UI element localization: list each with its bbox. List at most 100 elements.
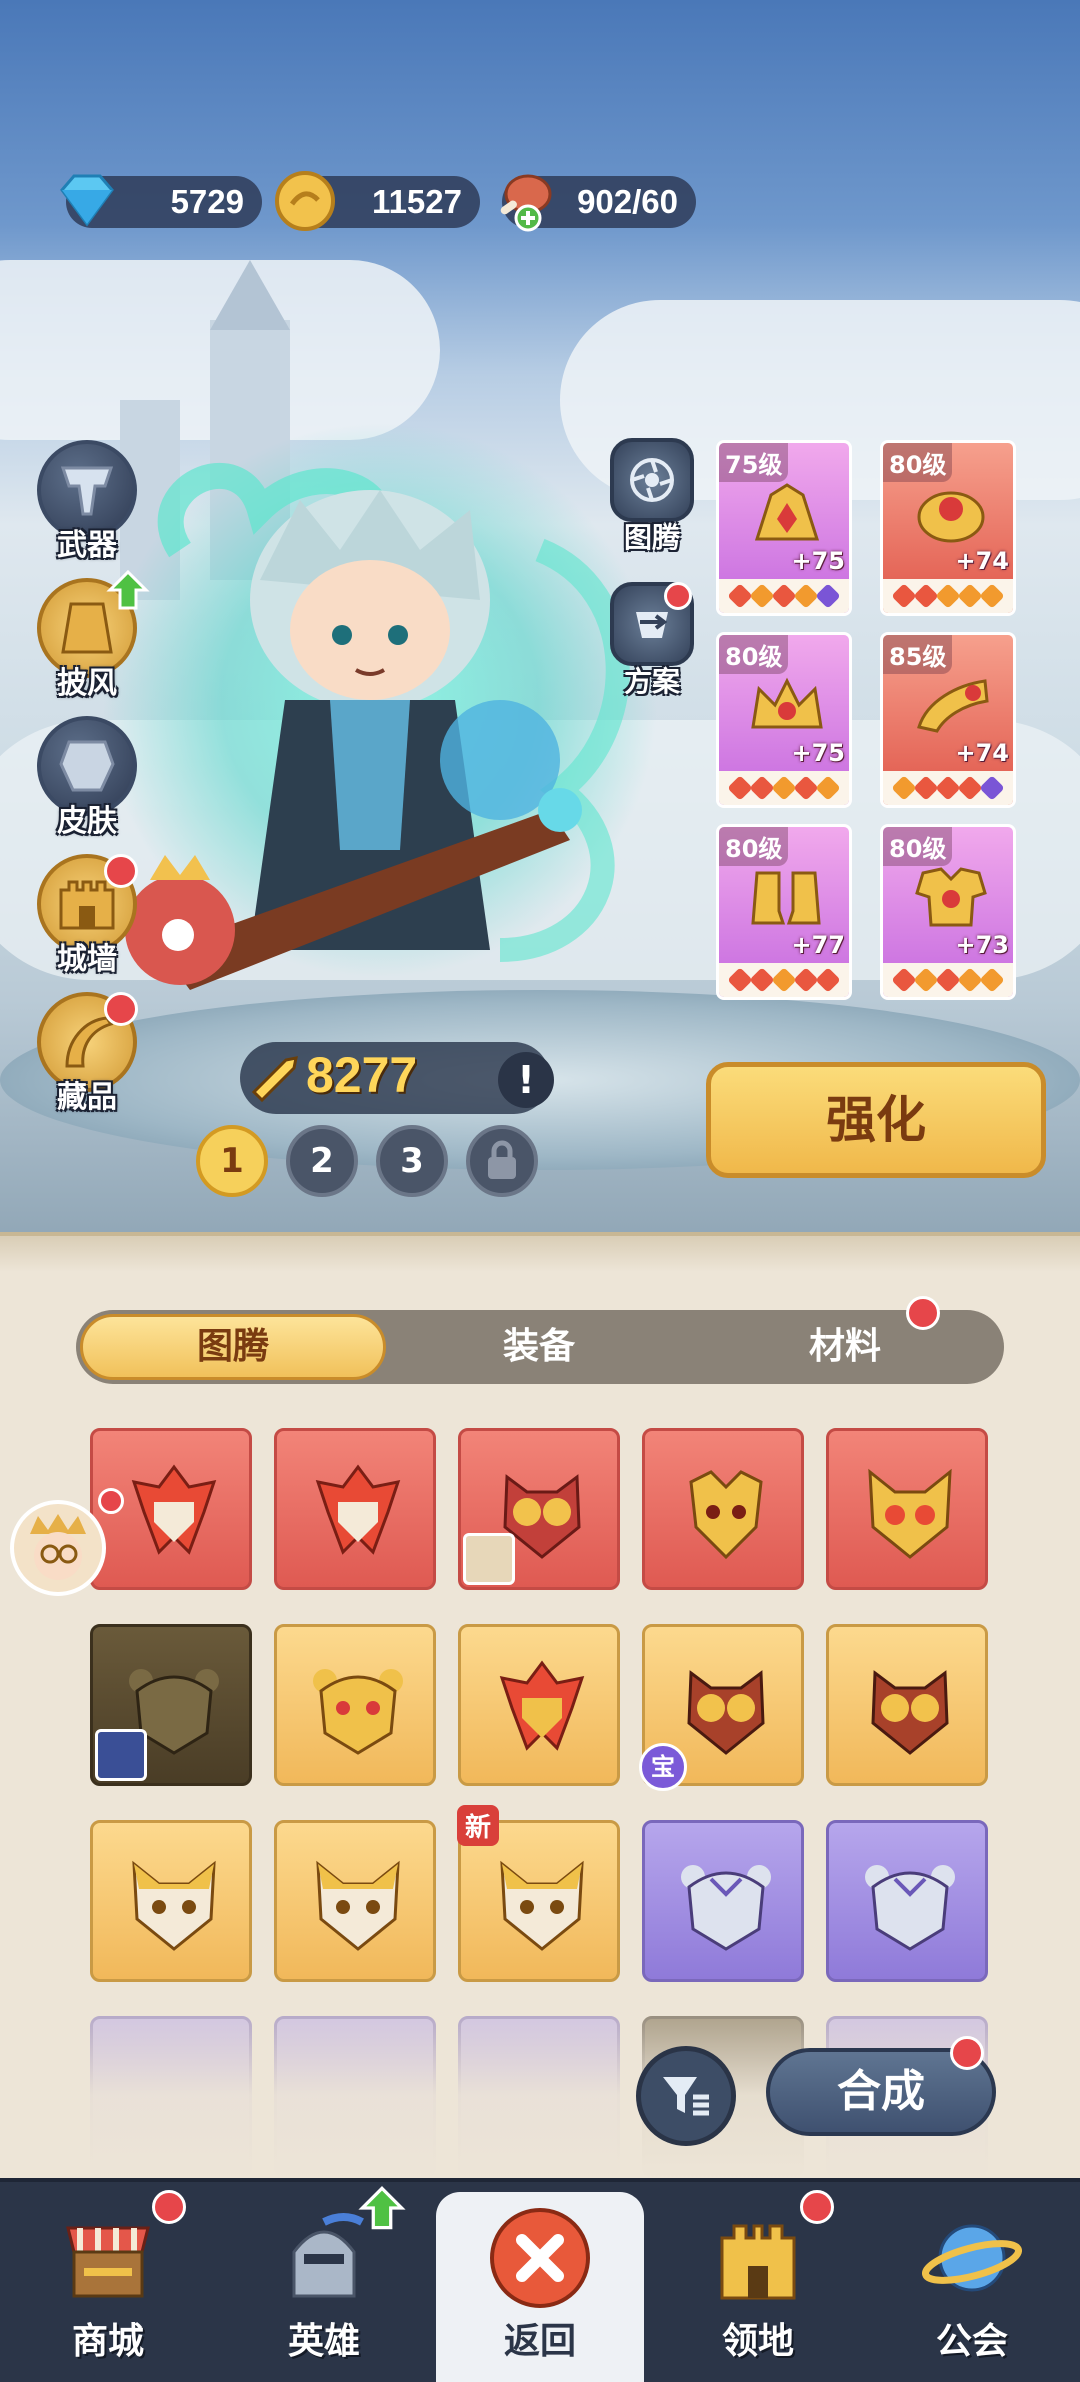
phoenix-mask-icon xyxy=(131,1464,217,1555)
crown-icon xyxy=(751,677,823,729)
tiger-mask-icon xyxy=(681,1865,771,1951)
equip-slot-2[interactable]: 80级 +74 xyxy=(880,440,1016,616)
helmet-icon xyxy=(754,483,820,541)
equip-plus: +74 xyxy=(955,547,1009,575)
totem-item[interactable] xyxy=(274,1428,436,1590)
totem-button[interactable]: 图腾 xyxy=(602,438,702,556)
nav-territory[interactable]: 领地 xyxy=(650,2178,866,2382)
owl-mask-icon xyxy=(687,1670,765,1755)
boots-icon xyxy=(751,871,821,925)
menu-wall[interactable]: 城墙 xyxy=(34,854,140,978)
menu-cape-label: 披风 xyxy=(57,666,117,701)
assistant-icon xyxy=(30,1514,86,1580)
cat-mask-icon xyxy=(868,1468,952,1559)
equip-plus: +75 xyxy=(791,547,845,575)
equip-gems xyxy=(719,963,849,997)
equip-level: 85级 xyxy=(883,635,953,674)
menu-weapon[interactable]: 武器 xyxy=(34,440,140,564)
cat-mask-icon xyxy=(316,1860,400,1951)
equip-gems xyxy=(719,579,849,613)
tower-roof xyxy=(210,260,290,330)
cat-mask-icon xyxy=(132,1860,216,1951)
notification-dot xyxy=(104,854,138,888)
stamina-counter[interactable]: 902/60 xyxy=(500,174,696,232)
hero-character[interactable] xyxy=(120,430,680,1050)
totem-item[interactable]: 宝 xyxy=(639,1624,804,1791)
nav-back[interactable]: 返回 xyxy=(436,2192,644,2382)
loadout-page-locked[interactable] xyxy=(466,1125,538,1197)
totem-item[interactable] xyxy=(642,1820,804,1982)
totem-item[interactable] xyxy=(458,1428,620,1590)
totem-item[interactable] xyxy=(458,1624,620,1786)
assistant-avatar[interactable] xyxy=(10,1500,106,1596)
close-icon xyxy=(490,2208,590,2308)
equip-slot-4[interactable]: 85级 +74 xyxy=(880,632,1016,808)
equip-slot-1[interactable]: 75级 +75 xyxy=(716,440,852,616)
tiger-mask-icon xyxy=(865,1865,955,1951)
totem-label: 图腾 xyxy=(623,521,680,554)
shop-icon xyxy=(66,2226,150,2298)
loadout-page-2[interactable]: 2 xyxy=(286,1125,358,1197)
equip-level: 80级 xyxy=(719,827,789,866)
coin-counter[interactable]: 11527 xyxy=(275,171,480,231)
notification-dot xyxy=(906,1296,940,1330)
equip-level: 75级 xyxy=(719,443,789,482)
menu-cape[interactable]: 披风 xyxy=(34,569,150,702)
loadout-page-1[interactable]: 1 xyxy=(196,1125,268,1197)
gem-value: 5729 xyxy=(170,183,244,220)
menu-skin-label: 皮肤 xyxy=(57,804,117,839)
planet-icon xyxy=(922,2224,1022,2292)
inventory-tabs: 图腾 装备 材料 xyxy=(76,1310,1004,1384)
amulet-icon xyxy=(917,491,985,543)
totem-item[interactable] xyxy=(826,1624,988,1786)
totem-item[interactable] xyxy=(90,1820,252,1982)
totem-item[interactable] xyxy=(642,1428,804,1590)
loadout-page-3[interactable]: 3 xyxy=(376,1125,448,1197)
nav-territory-label: 领地 xyxy=(721,2321,794,2362)
equip-slot-5[interactable]: 80级 +77 xyxy=(716,824,852,1000)
totem-item[interactable] xyxy=(826,1820,988,1982)
totem-item[interactable]: 新 xyxy=(457,1805,620,1982)
equip-slot-6[interactable]: 80级 +73 xyxy=(880,824,1016,1000)
gem-counter[interactable]: 5729 xyxy=(60,174,262,228)
tab-equip[interactable]: 装备 xyxy=(386,1314,692,1380)
panel-border xyxy=(0,1232,1080,1272)
nav-shop[interactable]: 商城 xyxy=(0,2178,216,2382)
treasure-tag: 宝 xyxy=(639,1743,687,1791)
diamond-icon xyxy=(60,174,114,227)
totem-item[interactable] xyxy=(274,1820,436,1982)
upgrade-arrow-icon xyxy=(106,569,150,610)
info-button[interactable]: ! xyxy=(498,1052,554,1108)
plan-button[interactable]: 方案 xyxy=(602,582,702,700)
nav-guild[interactable]: 公会 xyxy=(864,2178,1080,2382)
equip-level: 80级 xyxy=(719,635,789,674)
new-tag: 新 xyxy=(457,1805,500,1846)
notification-dot xyxy=(950,2036,984,2070)
totem-item[interactable] xyxy=(826,1428,988,1590)
totem-item[interactable] xyxy=(274,1624,436,1786)
notification-dot xyxy=(104,992,138,1026)
menu-collection[interactable]: 藏品 xyxy=(34,992,140,1116)
tab-totem[interactable]: 图腾 xyxy=(80,1314,386,1380)
menu-skin[interactable]: 皮肤 xyxy=(34,716,140,840)
nav-shop-label: 商城 xyxy=(71,2321,144,2362)
filter-button[interactable] xyxy=(636,2046,736,2146)
coin-value: 11527 xyxy=(372,183,462,220)
equip-gems xyxy=(883,579,1013,613)
phoenix-mask-icon xyxy=(499,1660,585,1751)
menu-weapon-label: 武器 xyxy=(57,528,117,563)
combat-power-value: 8277 xyxy=(306,1047,418,1103)
totem-item[interactable] xyxy=(90,1624,252,1786)
nav-hero[interactable]: 英雄 xyxy=(216,2178,432,2382)
owl-mask-icon xyxy=(871,1670,949,1755)
tab-material[interactable]: 材料 xyxy=(692,1314,998,1380)
phoenix-mask-icon xyxy=(315,1464,401,1555)
notification-dot xyxy=(152,2190,186,2224)
equip-level: 80级 xyxy=(883,827,953,866)
armor-icon xyxy=(915,867,987,927)
enhance-button[interactable]: 强化 xyxy=(706,1062,1046,1178)
nav-back-label: 返回 xyxy=(503,2321,576,2362)
equip-slot-3[interactable]: 80级 +75 xyxy=(716,632,852,808)
upgrade-arrow-icon xyxy=(358,2186,406,2230)
equip-level: 80级 xyxy=(883,443,953,482)
